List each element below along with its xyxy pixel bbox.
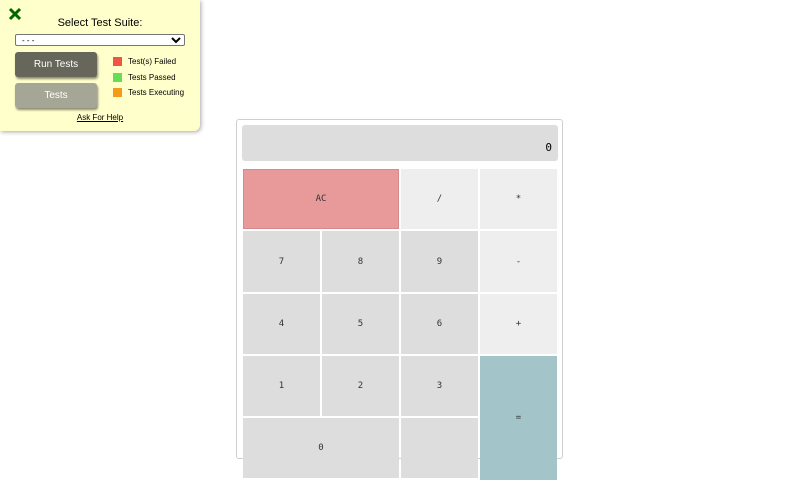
test-suite-panel: Select Test Suite: - - - Run Tests Tests… xyxy=(0,0,200,131)
clear-button[interactable]: AC xyxy=(243,169,399,229)
test-suite-select[interactable]: - - - xyxy=(15,34,185,46)
multiply-button[interactable]: * xyxy=(480,169,557,229)
legend-label-passed: Tests Passed xyxy=(128,72,176,82)
calculator: 0 AC / * 7 8 9 - 4 5 6 + 1 2 3 = 0 xyxy=(236,119,563,480)
status-legend: Test(s) Failed Tests Passed Tests Execut… xyxy=(113,56,184,103)
two-button[interactable]: 2 xyxy=(322,356,399,416)
passed-swatch xyxy=(113,72,122,82)
five-button[interactable]: 5 xyxy=(322,294,399,354)
four-button[interactable]: 4 xyxy=(243,294,320,354)
failed-swatch xyxy=(113,57,122,66)
tests-button[interactable]: Tests xyxy=(15,83,97,108)
six-button[interactable]: 6 xyxy=(401,294,478,354)
legend-item-failed: Test(s) Failed xyxy=(113,56,184,67)
decimal-button[interactable] xyxy=(401,418,478,478)
equals-button[interactable]: = xyxy=(480,356,557,480)
ask-for-help-link[interactable]: Ask For Help xyxy=(0,113,200,122)
three-button[interactable]: 3 xyxy=(401,356,478,416)
calculator-display: 0 xyxy=(242,125,558,161)
legend-item-executing: Tests Executing xyxy=(113,87,184,98)
legend-item-passed: Tests Passed xyxy=(113,72,184,83)
run-tests-button[interactable]: Run Tests xyxy=(15,52,97,77)
executing-swatch xyxy=(113,88,122,98)
add-button[interactable]: + xyxy=(480,294,557,354)
divide-button[interactable]: / xyxy=(401,169,478,229)
subtract-button[interactable]: - xyxy=(480,231,557,292)
seven-button[interactable]: 7 xyxy=(243,231,320,292)
zero-button[interactable]: 0 xyxy=(243,418,399,478)
legend-label-failed: Test(s) Failed xyxy=(128,57,177,66)
nine-button[interactable]: 9 xyxy=(401,231,478,292)
suite-select-label: Select Test Suite: xyxy=(57,17,143,29)
legend-label-executing: Tests Executing xyxy=(128,88,185,98)
display-value: 0 xyxy=(545,141,552,154)
one-button[interactable]: 1 xyxy=(243,356,320,416)
eight-button[interactable]: 8 xyxy=(322,231,399,292)
